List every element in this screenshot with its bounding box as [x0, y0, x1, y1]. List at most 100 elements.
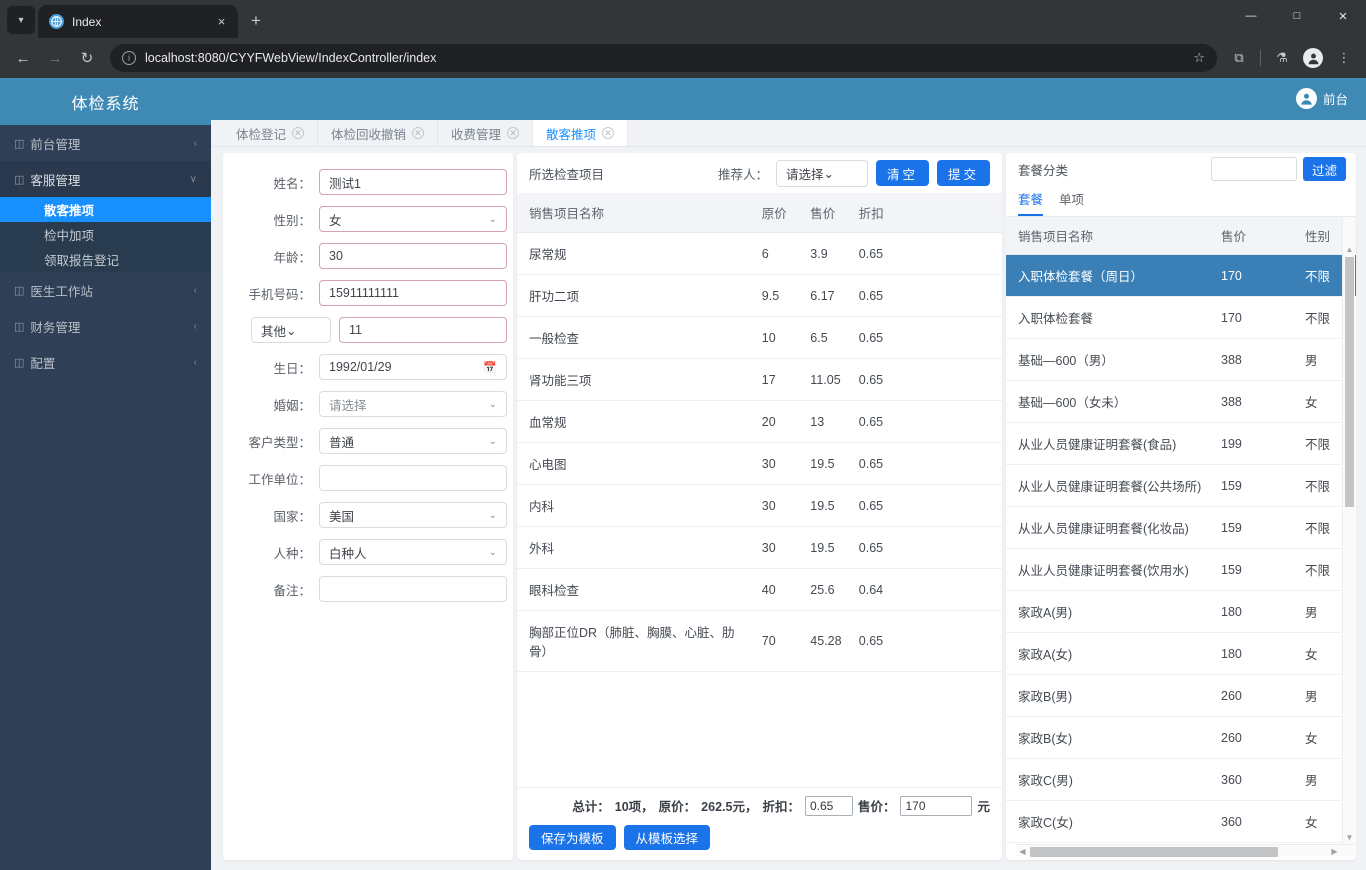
reload-icon[interactable]: ↻: [72, 43, 102, 73]
id-type-select[interactable]: 其他 ⌄: [251, 317, 331, 344]
tab-package[interactable]: 套餐: [1018, 185, 1044, 217]
scroll-left-icon[interactable]: ◀: [1016, 845, 1029, 858]
browser-tab[interactable]: Index ×: [38, 5, 238, 38]
table-row[interactable]: 外科 30 19.5 0.65: [517, 526, 1002, 570]
list-item[interactable]: 家政B(男) 260 男: [1006, 674, 1356, 718]
sidebar-group-doctorstation[interactable]: ◫ 医生工作站 ‹: [0, 272, 211, 308]
table-row[interactable]: 胸部正位DR（肺脏、胸膜、心脏、肋骨） 70 45.28 0.65: [517, 610, 1002, 673]
sidebar-item-lingqubaogao[interactable]: 领取报告登记: [0, 247, 211, 272]
choose-from-template-button[interactable]: 从模板选择: [623, 824, 711, 850]
table-row[interactable]: 肝功二项 9.5 6.17 0.65: [517, 274, 1002, 318]
list-item[interactable]: 从业人员健康证明套餐(食品) 199 不限: [1006, 422, 1356, 466]
id-number-input[interactable]: 11: [339, 317, 507, 344]
submit-button[interactable]: 提交: [936, 160, 990, 187]
list-item[interactable]: 入职体检套餐 170 不限: [1006, 296, 1356, 340]
country-select[interactable]: 美国 ⌄: [319, 502, 507, 529]
tab-tijiandengji[interactable]: 体检登记 ✕: [223, 119, 319, 147]
phone-input[interactable]: 15911111111: [319, 280, 507, 307]
table-row[interactable]: 内科 30 19.5 0.65: [517, 484, 1002, 528]
tab-single-item[interactable]: 单项: [1059, 185, 1084, 216]
age-input[interactable]: 30: [319, 243, 507, 270]
marriage-select[interactable]: 请选择 ⌄: [319, 391, 507, 418]
work-unit-input[interactable]: [319, 465, 507, 492]
window-close-button[interactable]: ✕: [1320, 0, 1366, 32]
back-icon[interactable]: ←: [8, 43, 38, 73]
toolbar-icon-group: ⧉ ⚗ ⋮: [1225, 44, 1358, 72]
customer-type-select[interactable]: 普通 ⌄: [319, 428, 507, 455]
close-icon[interactable]: ×: [213, 13, 230, 30]
form-row-gender: 性别： 女 ⌄: [223, 206, 507, 233]
bookmark-star-icon[interactable]: ☆: [1193, 50, 1205, 66]
close-icon[interactable]: ✕: [602, 127, 615, 140]
new-tab-button[interactable]: +: [243, 8, 269, 34]
chrome-menu-icon[interactable]: ⋮: [1330, 44, 1358, 72]
list-item[interactable]: 基础—600（女未） 388 女: [1006, 380, 1356, 424]
sidebar-item-sanketuixiang[interactable]: 散客推项: [0, 197, 211, 222]
gender-select[interactable]: 女 ⌄: [319, 206, 507, 233]
catalog-filter-input[interactable]: [1210, 157, 1297, 182]
calendar-icon[interactable]: 📅: [483, 361, 497, 374]
list-item[interactable]: 从业人员健康证明套餐(公共场所) 159 不限: [1006, 464, 1356, 508]
list-item[interactable]: 从业人员健康证明套餐(饮用水) 159 不限: [1006, 548, 1356, 592]
filter-button[interactable]: 过滤: [1302, 157, 1346, 182]
birthday-date-input[interactable]: 1992/01/29 📅: [319, 354, 507, 381]
sidebar: 体检系统 ◫ 前台管理 ‹ ◫ 客服管理 ∨ 散客推项 检中加项 领取报告登记 …: [0, 78, 211, 870]
list-item[interactable]: 家政C(女) 360 女: [1006, 800, 1356, 844]
sidebar-group-frontdesk[interactable]: ◫ 前台管理 ‹: [0, 125, 211, 161]
forward-icon[interactable]: →: [40, 43, 70, 73]
final-price-input[interactable]: 170: [900, 795, 973, 816]
close-icon[interactable]: ✕: [292, 127, 305, 140]
catalog-horizontal-scrollbar[interactable]: ◀ ▶: [1016, 843, 1355, 858]
discount-input[interactable]: 0.65: [804, 795, 853, 816]
table-row[interactable]: 肾功能三项 17 11.05 0.65: [517, 358, 1002, 402]
sidebar-group-finance[interactable]: ◫ 财务管理 ‹: [0, 308, 211, 344]
scroll-right-icon[interactable]: ▶: [1328, 845, 1341, 858]
split-screen-icon[interactable]: ⧉: [1225, 44, 1253, 72]
tab-search-icon[interactable]: ▾: [7, 6, 35, 34]
sidebar-group-config[interactable]: ◫ 配置 ‹: [0, 344, 211, 380]
save-as-template-button[interactable]: 保存为模板: [529, 824, 616, 850]
scroll-down-icon[interactable]: ▼: [1343, 831, 1356, 844]
remark-input[interactable]: [319, 576, 507, 603]
list-item[interactable]: 基础—600（男） 388 男: [1006, 338, 1356, 382]
close-icon[interactable]: ✕: [412, 127, 425, 140]
tab-tijianhuishouchexiao[interactable]: 体检回收撤销 ✕: [318, 119, 439, 147]
clear-button[interactable]: 清空: [875, 160, 929, 187]
site-info-icon[interactable]: i: [122, 51, 136, 65]
tab-sankertuixiang[interactable]: 散客推项 ✕: [533, 119, 629, 147]
cell-price: 45.28: [798, 610, 847, 673]
list-item[interactable]: 从业人员健康证明套餐(化妆品) 159 不限: [1006, 506, 1356, 550]
form-label: 客户类型：: [248, 435, 311, 450]
sidebar-group-customerservice[interactable]: ◫ 客服管理 ∨: [0, 161, 211, 197]
cell-price: 388: [1209, 380, 1293, 424]
list-item[interactable]: 家政A(男) 180 男: [1006, 590, 1356, 634]
address-bar[interactable]: i localhost:8080/CYYFWebView/IndexContro…: [110, 44, 1217, 72]
scrollbar-thumb[interactable]: [1345, 257, 1354, 508]
scrollbar-thumb[interactable]: [1030, 846, 1278, 857]
table-row[interactable]: 一般检查 10 6.5 0.65: [517, 316, 1002, 360]
cell-discount: 0.65: [846, 442, 1002, 486]
table-row[interactable]: 心电图 30 19.5 0.65: [517, 442, 1002, 486]
profile-button[interactable]: [1299, 44, 1327, 72]
maximize-button[interactable]: □: [1274, 0, 1320, 32]
ethnicity-select[interactable]: 白种人 ⌄: [319, 539, 507, 566]
table-row[interactable]: 眼科检查 40 25.6 0.64: [517, 568, 1002, 612]
user-avatar-icon[interactable]: [1295, 88, 1317, 110]
scroll-up-icon[interactable]: ▲: [1343, 243, 1356, 256]
referrer-select[interactable]: 请选择 ⌄: [775, 159, 868, 187]
labs-flask-icon[interactable]: ⚗: [1268, 44, 1296, 72]
close-icon[interactable]: ✕: [507, 127, 520, 140]
tab-shoufeiguanli[interactable]: 收费管理 ✕: [438, 119, 534, 147]
list-item[interactable]: 家政A(女) 180 女: [1006, 632, 1356, 676]
table-row[interactable]: 血常规 20 13 0.65: [517, 400, 1002, 444]
list-item[interactable]: 家政C(男) 360 男: [1006, 758, 1356, 802]
column-header-original: 原价: [749, 193, 799, 234]
list-item[interactable]: 入职体检套餐（周日） 170 不限: [1006, 254, 1356, 298]
minimize-button[interactable]: —: [1228, 0, 1274, 32]
cell-name: 从业人员健康证明套餐(饮用水): [1006, 548, 1209, 592]
list-item[interactable]: 家政B(女) 260 女: [1006, 716, 1356, 760]
name-input[interactable]: 测试1: [319, 169, 507, 196]
table-row[interactable]: 尿常规 6 3.9 0.65: [517, 232, 1002, 276]
sidebar-item-jianzhongjiaxiang[interactable]: 检中加项: [0, 222, 211, 247]
catalog-vertical-scrollbar[interactable]: ▲ ▼: [1342, 217, 1356, 844]
